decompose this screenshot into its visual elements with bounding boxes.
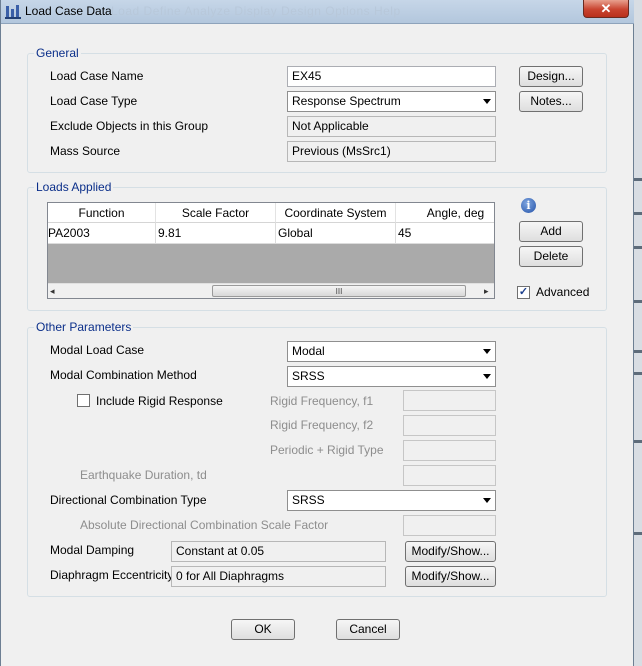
mass-source-label: Mass Source (50, 144, 121, 158)
background-window-edge (634, 0, 642, 666)
background-mark (634, 212, 642, 215)
notes-button[interactable]: Notes... (519, 91, 583, 112)
app-icon (5, 4, 21, 20)
background-mark (634, 372, 642, 375)
diaphragm-modify-button[interactable]: Modify/Show... (405, 566, 496, 587)
column-header-function[interactable]: Function (48, 203, 156, 223)
modal-combination-label: Modal Combination Method (50, 368, 197, 382)
background-mark (634, 350, 642, 353)
table-empty-area (48, 244, 494, 283)
advanced-label: Advanced (536, 285, 590, 299)
other-parameters-group-title: Other Parameters (34, 320, 134, 334)
loads-applied-group-title: Loads Applied (34, 180, 114, 194)
chevron-down-icon (483, 498, 491, 503)
rigid-frequency-f1-label: Rigid Frequency, f1 (270, 394, 374, 408)
column-header-coordinate-system[interactable]: Coordinate System (276, 203, 396, 223)
earthquake-duration-input (403, 465, 496, 486)
modal-load-case-select[interactable]: Modal (287, 341, 496, 362)
absolute-scale-factor-input (403, 515, 496, 536)
chevron-down-icon (483, 99, 491, 104)
background-menu-bar: Load Define Analyze Display Design Optio… (111, 4, 401, 18)
rigid-frequency-f2-input (403, 415, 496, 436)
modal-load-case-value: Modal (292, 344, 325, 358)
column-header-scale-factor[interactable]: Scale Factor (156, 203, 276, 223)
background-mark (634, 300, 642, 303)
modal-combination-select[interactable]: SRSS (287, 366, 496, 387)
horizontal-scrollbar[interactable]: ◂ III ▸ (48, 283, 494, 298)
load-case-data-dialog: Load Case Data Load Define Analyze Displ… (0, 0, 635, 666)
load-case-name-label: Load Case Name (50, 69, 144, 83)
scroll-right-icon[interactable]: ▸ (484, 286, 489, 297)
title-bar[interactable]: Load Case Data Load Define Analyze Displ… (1, 0, 635, 24)
load-case-type-label: Load Case Type (50, 94, 138, 108)
background-mark (634, 440, 642, 443)
modal-damping-field: Constant at 0.05 (171, 541, 386, 562)
directional-combination-select[interactable]: SRSS (287, 490, 496, 511)
close-icon: ✕ (600, 1, 612, 16)
background-mark (634, 532, 642, 535)
exclude-objects-field: Not Applicable (287, 116, 496, 137)
ok-button[interactable]: OK (231, 619, 295, 640)
modal-damping-modify-button[interactable]: Modify/Show... (405, 541, 496, 562)
earthquake-duration-label: Earthquake Duration, td (80, 468, 207, 482)
table-cell-coordinate-system[interactable]: Global (276, 223, 396, 244)
absolute-scale-factor-label: Absolute Directional Combination Scale F… (80, 518, 329, 532)
scroll-left-icon[interactable]: ◂ (50, 286, 55, 297)
table-cell-function[interactable]: PA2003 (48, 223, 156, 244)
chevron-down-icon (483, 349, 491, 354)
load-case-name-input[interactable]: EX45 (287, 66, 496, 87)
include-rigid-label: Include Rigid Response (96, 394, 223, 408)
background-mark (634, 246, 642, 249)
scroll-thumb[interactable]: III (212, 285, 466, 297)
advanced-checkbox[interactable]: ✓ (517, 286, 530, 299)
directional-combination-value: SRSS (292, 493, 325, 507)
include-rigid-checkbox[interactable] (77, 394, 90, 407)
general-group-title: General (34, 46, 81, 60)
rigid-frequency-f1-input (403, 390, 496, 411)
design-button[interactable]: Design... (519, 66, 583, 87)
modal-combination-value: SRSS (292, 369, 325, 383)
periodic-rigid-type-select (403, 440, 496, 461)
exclude-objects-label: Exclude Objects in this Group (50, 119, 209, 133)
table-cell-angle[interactable]: 45 (396, 223, 494, 244)
dialog-title: Load Case Data (25, 4, 112, 18)
table-cell-scale-factor[interactable]: 9.81 (156, 223, 276, 244)
mass-source-field: Previous (MsSrc1) (287, 141, 496, 162)
diaphragm-eccentricity-field: 0 for All Diaphragms (171, 566, 386, 587)
modal-load-case-label: Modal Load Case (50, 343, 145, 357)
background-mark (634, 178, 642, 181)
add-button[interactable]: Add (519, 221, 583, 242)
modal-damping-label: Modal Damping (50, 543, 135, 557)
rigid-frequency-f2-label: Rigid Frequency, f2 (270, 418, 374, 432)
close-button[interactable]: ✕ (583, 0, 629, 18)
delete-button[interactable]: Delete (519, 246, 583, 267)
check-icon: ✓ (518, 286, 529, 298)
cancel-button[interactable]: Cancel (336, 619, 400, 640)
load-case-type-value: Response Spectrum (292, 94, 401, 108)
info-icon[interactable]: i (521, 198, 536, 213)
periodic-rigid-type-label: Periodic + Rigid Type (270, 443, 384, 457)
load-case-type-select[interactable]: Response Spectrum (287, 91, 496, 112)
loads-table[interactable]: Function Scale Factor Coordinate System … (47, 202, 495, 299)
column-header-angle[interactable]: Angle, deg (396, 203, 494, 223)
chevron-down-icon (483, 374, 491, 379)
diaphragm-eccentricity-label: Diaphragm Eccentricity (50, 568, 174, 582)
directional-combination-label: Directional Combination Type (50, 493, 207, 507)
